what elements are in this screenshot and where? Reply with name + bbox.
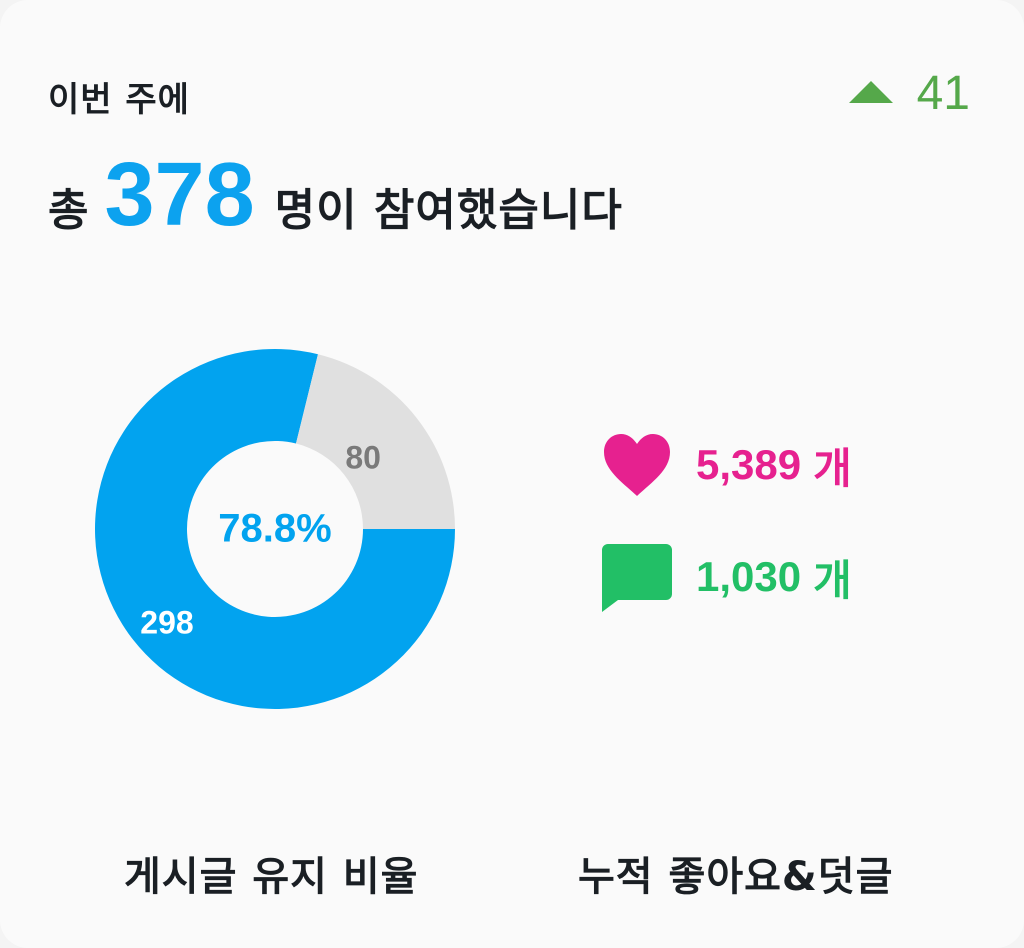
retention-caption: 게시글 유지 비율 xyxy=(124,854,419,900)
weekly-summary-card: 이번 주에 41 총 378 명이 참여했습니다 298 80 78.8% 5,38… xyxy=(0,0,1024,948)
engagement-caption: 누적 좋아요&덧글 xyxy=(578,854,894,900)
triangle-up-icon xyxy=(848,80,893,103)
donut-slice-label-1: 80 xyxy=(345,439,381,475)
comments-unit: 개 xyxy=(813,555,852,605)
participant-headline: 총 378 명이 참여했습니다 xyxy=(48,150,623,240)
likes-value: 5,389 xyxy=(696,441,802,488)
headline-suffix: 명이 참여했습니다 xyxy=(274,185,623,236)
donut-slice-label-0: 298 xyxy=(140,604,193,640)
headline-prefix: 총 xyxy=(48,185,89,236)
week-label: 이번 주에 xyxy=(48,80,190,120)
donut-center-label: 78.8% xyxy=(218,507,331,551)
participant-change: 41 xyxy=(848,66,970,121)
retention-donut-chart: 298 80 78.8% xyxy=(90,344,460,714)
comments-stat: 1,030 개 xyxy=(602,544,852,612)
participant-change-value: 41 xyxy=(916,67,970,120)
participant-count: 378 xyxy=(104,145,255,245)
speech-bubble-icon xyxy=(602,544,672,612)
donut-svg: 298 80 78.8% xyxy=(95,349,456,709)
comments-value: 1,030 xyxy=(696,553,802,600)
likes-stat: 5,389 개 xyxy=(602,432,852,498)
heart-icon xyxy=(602,432,672,498)
likes-unit: 개 xyxy=(813,443,852,493)
